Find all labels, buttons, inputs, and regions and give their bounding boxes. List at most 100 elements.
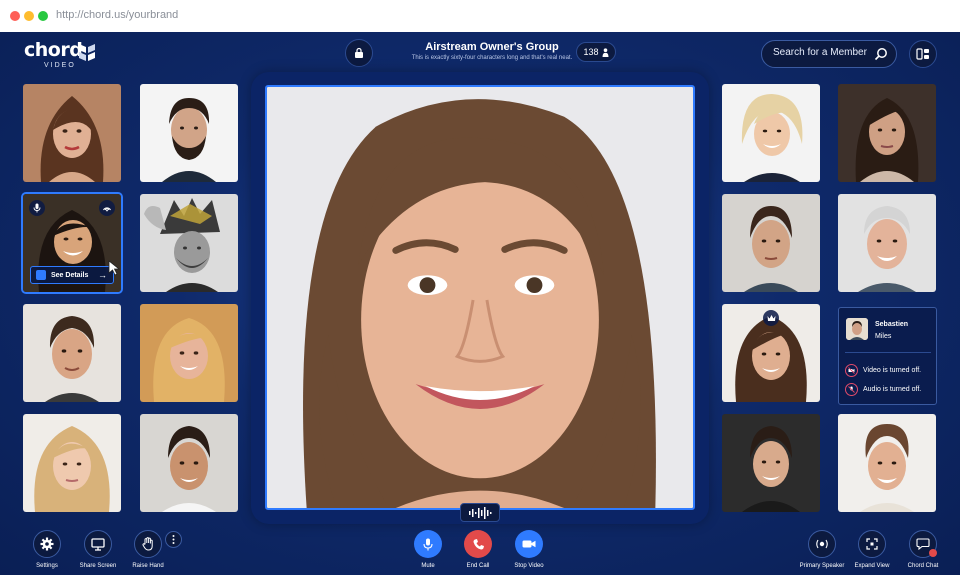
- address-bar[interactable]: http://chord.us/yourbrand: [56, 9, 178, 21]
- participant-video: [140, 84, 238, 182]
- avatar-image: [846, 318, 868, 340]
- raise-hand-label: Raise Hand: [132, 563, 164, 569]
- participant-video: [23, 414, 121, 512]
- participant-count-button[interactable]: 138: [576, 42, 616, 62]
- search-icon[interactable]: [874, 47, 888, 61]
- mic-off-icon: [845, 383, 858, 396]
- microphone-icon: [33, 203, 41, 213]
- participant-video: [838, 414, 936, 512]
- person-icon: [602, 47, 609, 57]
- unread-badge: [929, 549, 937, 557]
- see-details-button[interactable]: See Details →: [30, 266, 114, 284]
- participant-last-name: Miles: [875, 333, 892, 340]
- participant-avatar: [846, 318, 868, 340]
- participant-video: [140, 194, 238, 292]
- participant-video: [838, 194, 936, 292]
- speaker-view-icon: [816, 539, 828, 549]
- monitor-icon: [91, 537, 105, 551]
- participant-tile[interactable]: [23, 304, 121, 402]
- search-input[interactable]: [773, 47, 873, 58]
- grid-layout-icon: [916, 48, 929, 60]
- participant-video: [23, 84, 121, 182]
- participant-count: 138: [583, 47, 599, 57]
- more-options-button[interactable]: [165, 531, 182, 548]
- crown-icon: [767, 315, 775, 321]
- participant-tile-selected[interactable]: See Details →: [21, 192, 123, 294]
- participant-video: [722, 194, 820, 292]
- mouse-cursor-icon: [108, 260, 121, 276]
- host-badge: [763, 310, 779, 326]
- participant-tile[interactable]: [23, 84, 121, 182]
- participant-tile[interactable]: [140, 304, 238, 402]
- group-title: Airstream Owner's Group: [425, 41, 559, 53]
- participant-first-name: Sebastien: [875, 321, 909, 328]
- profile-icon: [36, 270, 46, 280]
- maximize-window-button[interactable]: [38, 11, 48, 21]
- primary-speaker-video[interactable]: [265, 85, 695, 510]
- layout-toggle-button[interactable]: [909, 40, 937, 68]
- arrow-right-icon: →: [98, 270, 107, 280]
- participant-tile[interactable]: [140, 414, 238, 512]
- expand-view-button[interactable]: [858, 530, 886, 558]
- participant-video: [722, 84, 820, 182]
- chord-logo-icon: [79, 44, 95, 61]
- raise-hand-button[interactable]: [134, 530, 162, 558]
- primary-speaker-button[interactable]: [808, 530, 836, 558]
- chord-logo: chord VIDEO: [24, 39, 95, 69]
- participant-tile[interactable]: [140, 84, 238, 182]
- audio-status-text: Audio is turned off.: [863, 386, 922, 393]
- video-off-icon: [845, 364, 858, 377]
- participant-tile[interactable]: [722, 414, 820, 512]
- gear-icon: [40, 537, 54, 551]
- see-details-label: See Details: [51, 271, 89, 279]
- video-status-text: Video is turned off.: [863, 367, 922, 374]
- chord-chat-label: Chord Chat: [907, 563, 939, 569]
- more-vertical-icon: [172, 535, 175, 544]
- audio-status-row: Audio is turned off.: [845, 383, 921, 396]
- signal-icon: [103, 207, 111, 212]
- stop-video-button[interactable]: [515, 530, 543, 558]
- participant-tile[interactable]: [722, 194, 820, 292]
- settings-button[interactable]: [33, 530, 61, 558]
- voice-activity-indicator: [460, 503, 500, 522]
- lock-room-button[interactable]: [345, 39, 373, 67]
- expand-icon: [866, 538, 878, 550]
- video-call-app: chord VIDEO Airstream Owner's Group This…: [0, 32, 960, 575]
- browser-titlebar: http://chord.us/yourbrand: [0, 0, 960, 32]
- logo-wordmark: chord: [24, 39, 83, 61]
- audio-waveform-icon: [469, 506, 492, 519]
- minimize-window-button[interactable]: [24, 11, 34, 21]
- phone-hangup-icon: [473, 538, 484, 549]
- lock-icon: [355, 47, 363, 58]
- tile-signal-button[interactable]: [99, 200, 115, 216]
- share-screen-button[interactable]: [84, 530, 112, 558]
- logo-subtitle: VIDEO: [44, 62, 76, 69]
- participant-tile[interactable]: [722, 84, 820, 182]
- member-search[interactable]: [761, 40, 897, 68]
- tile-mic-button[interactable]: [29, 200, 45, 216]
- participant-tile[interactable]: [140, 194, 238, 292]
- browser-window: http://chord.us/yourbrand chord VIDEO Ai…: [0, 0, 960, 575]
- participant-tile[interactable]: [838, 194, 936, 292]
- end-call-button[interactable]: [464, 530, 492, 558]
- participant-video: [140, 304, 238, 402]
- chat-bubble-icon: [916, 538, 930, 550]
- microphone-icon: [423, 538, 433, 550]
- participant-tile[interactable]: [23, 414, 121, 512]
- participant-tile[interactable]: [722, 304, 820, 402]
- participant-video: [838, 84, 936, 182]
- group-subtitle: This is exactly sixty-four characters lo…: [411, 55, 573, 61]
- participant-info-card[interactable]: Sebastien Miles Video is turned off. Aud…: [838, 307, 937, 405]
- close-window-button[interactable]: [10, 11, 20, 21]
- stop-video-label: Stop Video: [514, 563, 544, 569]
- participant-video: [23, 304, 121, 402]
- speaker-video: [267, 87, 693, 508]
- participant-video: [140, 414, 238, 512]
- video-camera-icon: [522, 540, 536, 548]
- video-status-row: Video is turned off.: [845, 364, 921, 377]
- participant-tile[interactable]: [838, 84, 936, 182]
- mute-button[interactable]: [414, 530, 442, 558]
- divider: [845, 352, 931, 353]
- participant-tile[interactable]: [838, 414, 936, 512]
- participant-video: [722, 414, 820, 512]
